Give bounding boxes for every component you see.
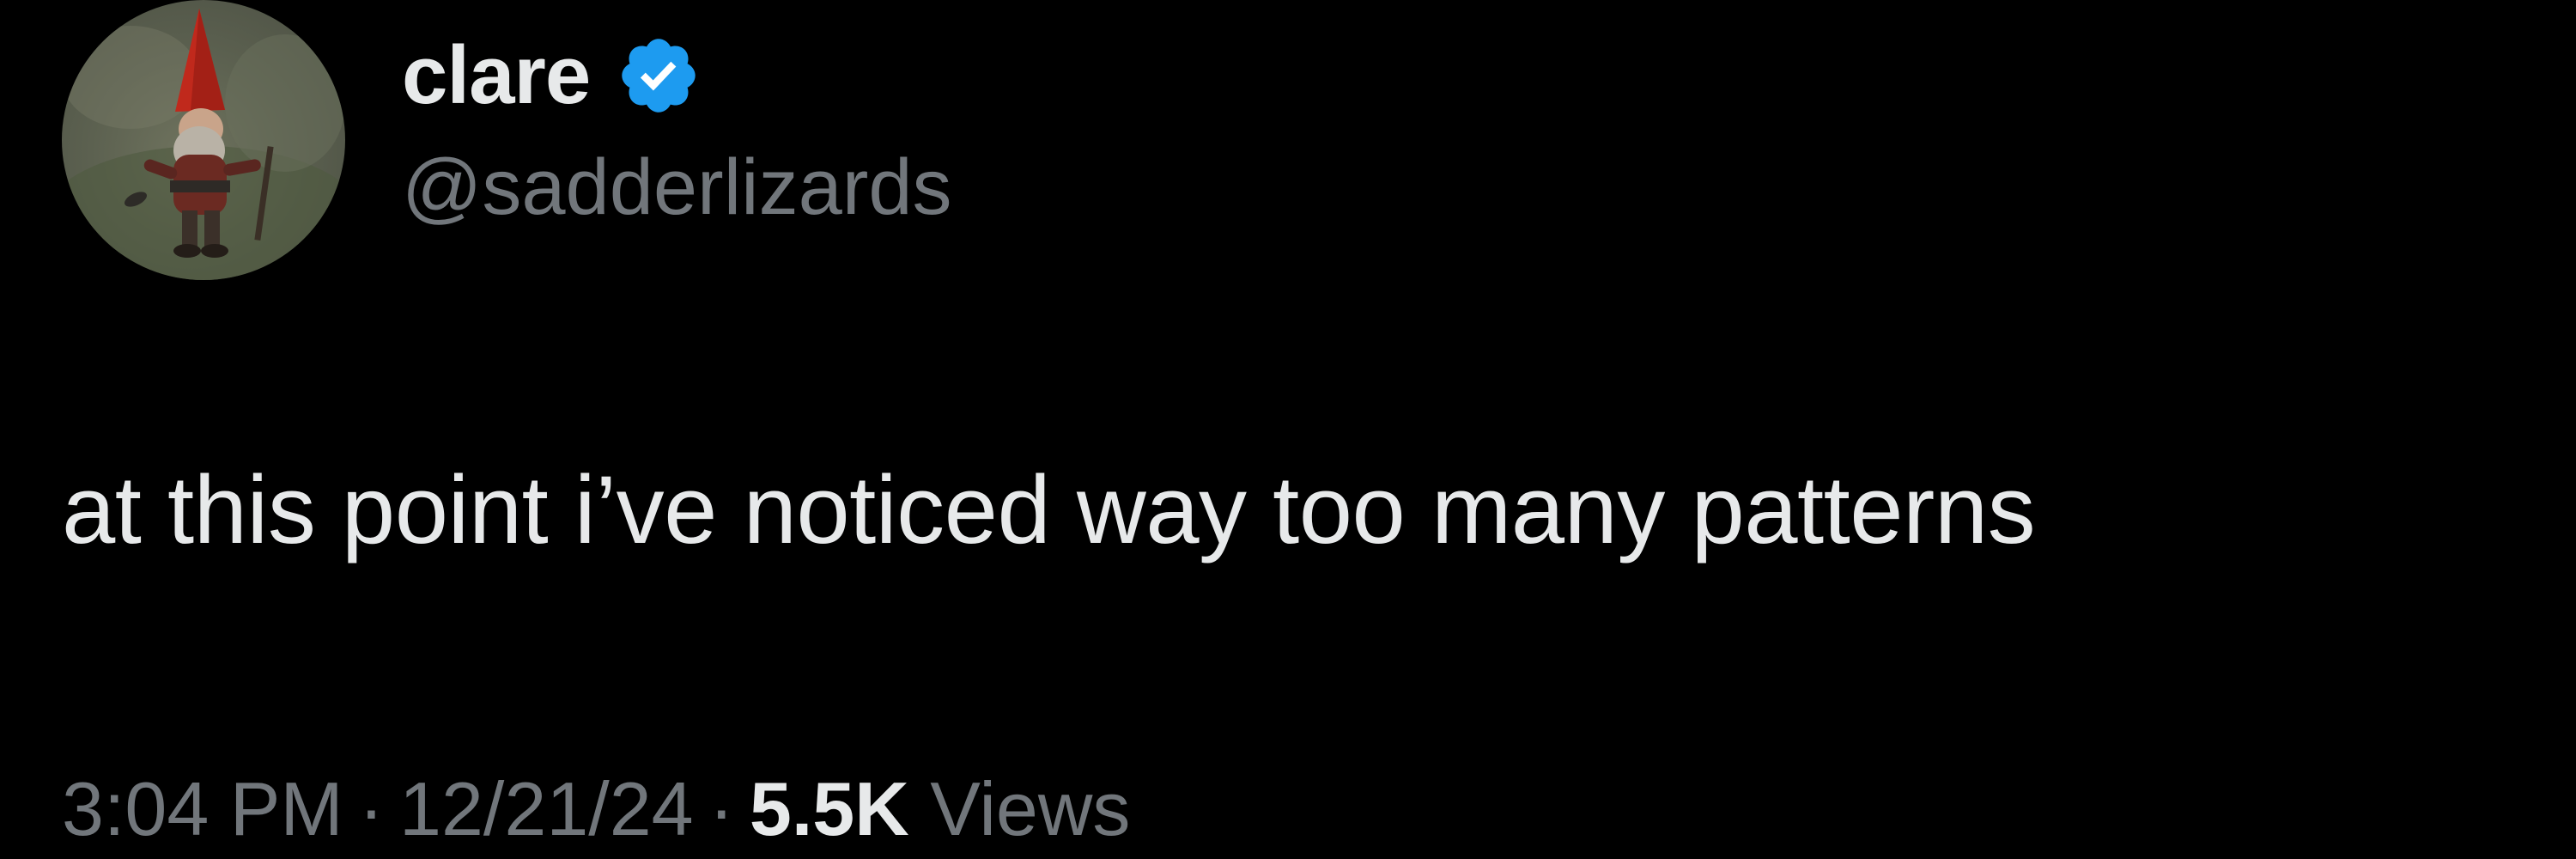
display-name[interactable]: clare: [402, 34, 591, 117]
view-count[interactable]: 5.5K: [750, 766, 909, 851]
tweet-meta: 3:04 PM · 12/21/24 · 5.5K Views: [62, 771, 1130, 847]
verified-badge-icon[interactable]: [616, 33, 702, 119]
author-handle[interactable]: @sadderlizards: [402, 148, 952, 227]
tweet-card: clare @sadderlizards at this point i’ve …: [0, 0, 2576, 859]
views-label: Views: [930, 766, 1131, 851]
name-row: clare: [402, 24, 702, 127]
tweet-text: at this point i’ve noticed way too many …: [62, 456, 2036, 564]
tweet-date[interactable]: 12/21/24: [399, 766, 694, 851]
tweet-time[interactable]: 3:04 PM: [62, 766, 343, 851]
meta-separator: ·: [358, 766, 385, 851]
author-block: clare: [402, 24, 702, 127]
meta-separator: ·: [708, 766, 734, 851]
gnome-avatar-icon: [62, 9, 345, 280]
profile-avatar[interactable]: [62, 0, 345, 280]
